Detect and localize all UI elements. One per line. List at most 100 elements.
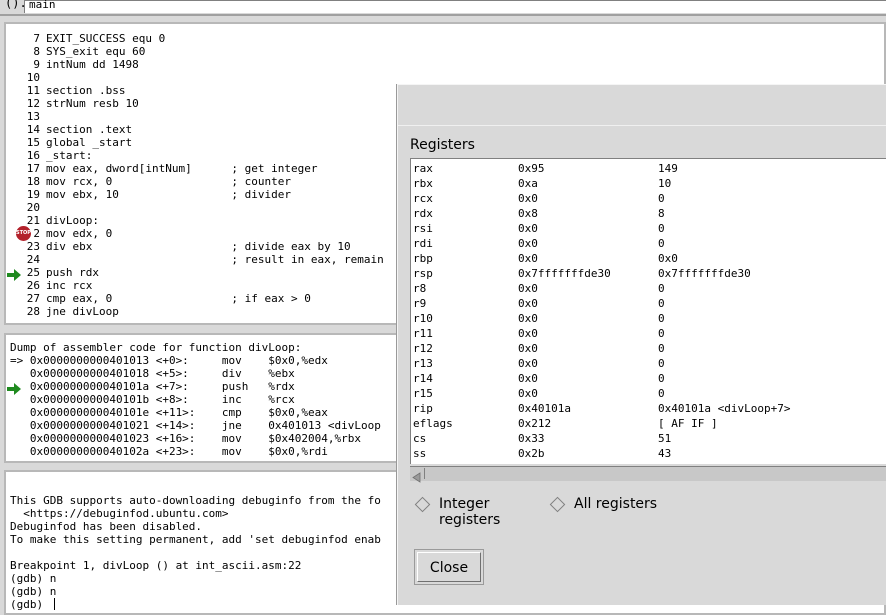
register-name: rbx [413, 177, 433, 190]
register-row[interactable]: r8 0x0 0 [413, 281, 883, 296]
registers-table[interactable]: rax 0x95 149 rbx 0xa 10 rcx 0x0 0 rdx 0x8 8 rsi 0x0 0 r… [410, 158, 886, 464]
register-row[interactable]: rsp 0x7fffffffde30 0x7fffffffde30 [413, 266, 883, 281]
register-natural-value: 0 [658, 312, 665, 325]
register-name: rdi [413, 237, 433, 250]
line-number: 18 [26, 175, 40, 188]
register-row[interactable]: r9 0x0 0 [413, 296, 883, 311]
source-text: mov eax, dword[intNum] ; get integer [46, 162, 318, 175]
register-hex-value: 0x40101a [518, 402, 571, 415]
source-text: section .text [46, 123, 133, 136]
register-row[interactable]: rcx 0x0 0 [413, 191, 883, 206]
line-number: 17 [26, 162, 40, 175]
register-natural-value: 0 [658, 387, 665, 400]
register-row[interactable]: cs 0x33 51 [413, 431, 883, 446]
register-row[interactable]: r13 0x0 0 [413, 356, 883, 371]
line-number: 13 [26, 110, 40, 123]
register-hex-value: 0x0 [518, 282, 538, 295]
source-text: global _start [46, 136, 133, 149]
register-row[interactable]: rip 0x40101a 0x40101a <divLoop+7> [413, 401, 883, 416]
register-row[interactable]: r12 0x0 0 [413, 341, 883, 356]
register-name: r8 [413, 282, 427, 295]
register-natural-value: 0 [658, 327, 665, 340]
register-natural-value: 0 [658, 237, 665, 250]
register-hex-value: 0xa [518, 177, 538, 190]
source-line: 10 [6, 71, 876, 84]
register-row[interactable]: rdi 0x0 0 [413, 236, 883, 251]
source-text: push rdx [46, 266, 99, 279]
console-line: (gdb) n [10, 585, 57, 598]
asm-line: 0x000000000040101e <+11>: cmp $0x0,%eax [10, 406, 328, 419]
asm-line: 0x0000000000401023 <+16>: mov $0x402004,… [10, 432, 361, 445]
register-name: rbp [413, 252, 433, 265]
register-hex-value: 0x0 [518, 252, 538, 265]
register-name: eflags [413, 417, 453, 430]
current-line-arrow-icon [7, 266, 21, 281]
expression-value: main [29, 0, 56, 11]
register-name: r9 [413, 297, 427, 310]
register-hex-value: 0x212 [518, 417, 552, 430]
register-natural-value: 8 [658, 207, 665, 220]
console-line: This GDB supports auto-downloading debug… [10, 494, 381, 507]
register-row[interactable]: eflags 0x212 [ AF IF ] [413, 416, 883, 431]
register-row[interactable]: r15 0x0 0 [413, 386, 883, 401]
register-row[interactable]: rbx 0xa 10 [413, 176, 883, 191]
register-hex-value: 0x0 [518, 312, 538, 325]
register-hex-value: 0x0 [518, 342, 538, 355]
source-line: 8 SYS_exit equ 60 [6, 45, 876, 58]
asm-line: 0x000000000040101a <+7>: push %rdx [10, 380, 295, 393]
register-name: rdx [413, 207, 433, 220]
console-line: (gdb) [10, 598, 50, 611]
scroll-left-arrow-icon[interactable] [410, 468, 425, 483]
source-text: mov edx, 0 [46, 227, 113, 240]
source-text: jne divLoop [46, 305, 119, 318]
close-button[interactable]: Close [417, 552, 481, 582]
register-row[interactable]: r11 0x0 0 [413, 326, 883, 341]
register-name: rsp [413, 267, 433, 280]
expression-bar: (). main [0, 0, 886, 16]
radio-diamond-icon [549, 496, 566, 513]
dialog-title-separator [398, 125, 886, 126]
source-text: mov ebx, 10 ; divider [46, 188, 292, 201]
asm-line: 0x0000000000401021 <+14>: jne 0x401013 <… [10, 419, 381, 432]
register-natural-value: 0 [658, 222, 665, 235]
register-row[interactable]: rsi 0x0 0 [413, 221, 883, 236]
integer-registers-radio[interactable]: Integer registers [414, 496, 547, 528]
asm-line: 0x000000000040102a <+23>: mov $0x0,%rdi [10, 445, 328, 458]
register-name: r14 [413, 372, 433, 385]
source-text: intNum dd 1498 [46, 58, 139, 71]
source-text: strNum resb 10 [46, 97, 139, 110]
line-number: 23 [26, 240, 40, 253]
register-hex-value: 0x0 [518, 372, 538, 385]
source-text: inc rcx [46, 279, 93, 292]
line-number: 28 [26, 305, 40, 318]
source-text: _start: [46, 149, 93, 162]
register-row[interactable]: rbp 0x0 0x0 [413, 251, 883, 266]
register-row[interactable]: rax 0x95 149 [413, 161, 883, 176]
line-number: 15 [26, 136, 40, 149]
register-natural-value: 0x40101a <divLoop+7> [658, 402, 791, 415]
current-instruction-arrow-icon [7, 380, 21, 395]
source-text: section .bss [46, 84, 126, 97]
register-row[interactable]: r14 0x0 0 [413, 371, 883, 386]
breakpoint-stop-icon[interactable]: STOP [16, 226, 31, 241]
line-number: 10 [26, 71, 40, 84]
horizontal-scrollbar[interactable] [410, 466, 886, 483]
register-natural-value: 10 [658, 177, 672, 190]
register-name: rax [413, 162, 433, 175]
register-hex-value: 0x7fffffffde30 [518, 267, 611, 280]
line-number: 12 [26, 97, 40, 110]
register-name: r13 [413, 357, 433, 370]
all-registers-radio[interactable]: All registers [549, 496, 662, 516]
register-natural-value: 0 [658, 192, 665, 205]
register-hex-value: 0x0 [518, 237, 538, 250]
line-number: 11 [26, 84, 40, 97]
register-natural-value: 43 [658, 447, 672, 460]
register-row[interactable]: r10 0x0 0 [413, 311, 883, 326]
register-natural-value: 0x0 [658, 252, 678, 265]
integer-registers-label: Integer registers [439, 496, 501, 528]
expression-input[interactable]: main [24, 0, 886, 13]
registers-dialog: Registers rax 0x95 149 rbx 0xa 10 rcx 0x0 0 rdx 0x… [397, 84, 886, 605]
console-line: (gdb) n [10, 572, 57, 585]
register-row[interactable]: rdx 0x8 8 [413, 206, 883, 221]
register-row[interactable]: ss 0x2b 43 [413, 446, 883, 461]
